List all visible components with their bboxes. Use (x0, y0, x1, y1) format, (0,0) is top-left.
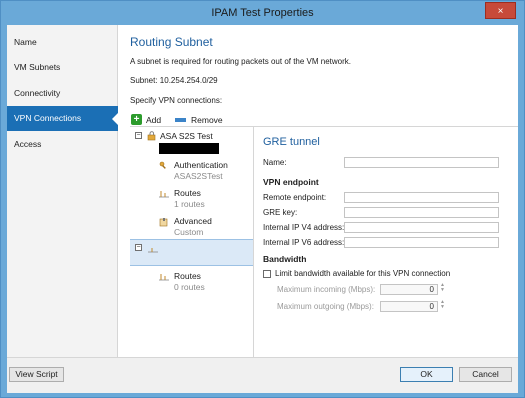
limit-bandwidth-checkbox[interactable] (263, 270, 271, 278)
add-label: Add (146, 115, 162, 125)
routing-description: A subnet is required for routing packets… (130, 57, 352, 66)
routes-label: Routes (174, 188, 201, 198)
cancel-button[interactable]: Cancel (459, 367, 512, 382)
ipv4-label: Internal IP V4 address: (263, 223, 345, 232)
routes-icon-2 (159, 272, 169, 283)
add-icon: + (131, 114, 142, 125)
subnet-text: Subnet: 10.254.254.0/29 (130, 76, 218, 85)
details-pane: GRE tunnel Name: VPN endpoint Remote end… (254, 127, 518, 357)
vpn-split-panel: − ASA S2S Test Authentication ASAS2STest (130, 126, 518, 357)
dialog-client: Name VM Subnets Connectivity VPN Connect… (7, 25, 518, 393)
redacted-block (159, 143, 219, 154)
lock-icon (147, 131, 157, 143)
outgoing-input[interactable]: 0 (380, 301, 438, 312)
nav-item-access[interactable]: Access (7, 132, 118, 157)
title-bar[interactable]: IPAM Test Properties × (1, 1, 524, 25)
remove-button[interactable]: Remove (175, 114, 230, 126)
ok-button[interactable]: OK (400, 367, 453, 382)
routes2-label: Routes (174, 271, 201, 281)
gre-key-input[interactable] (344, 207, 499, 218)
tree-gre-row-selected[interactable]: − (130, 239, 253, 266)
close-button[interactable]: × (485, 2, 516, 19)
page-title: Routing Subnet (130, 35, 213, 49)
close-icon: × (497, 6, 504, 17)
remove-label: Remove (191, 115, 223, 125)
nav-item-vm-subnets[interactable]: VM Subnets (7, 55, 118, 80)
advanced-icon (159, 217, 169, 229)
button-bar: View Script OK Cancel (7, 357, 518, 393)
ipv6-input[interactable] (344, 237, 499, 248)
name-input[interactable] (344, 157, 499, 168)
connection-name: ASA S2S Test (160, 131, 213, 141)
tunnel-icon (148, 245, 158, 255)
ipv4-input[interactable] (344, 222, 499, 233)
window-title: IPAM Test Properties (211, 7, 314, 19)
incoming-label: Maximum incoming (Mbps): (277, 285, 376, 294)
collapse-icon-2[interactable]: − (135, 244, 142, 251)
key-icon (159, 161, 168, 172)
outgoing-spinner-icon[interactable]: ▲ ▼ (440, 300, 445, 310)
view-script-button[interactable]: View Script (9, 367, 64, 382)
limit-bandwidth-label: Limit bandwidth available for this VPN c… (275, 269, 451, 278)
incoming-spinner-icon[interactable]: ▲ ▼ (440, 283, 445, 293)
gre-key-label: GRE key: (263, 208, 298, 217)
authentication-value: ASAS2STest (174, 171, 223, 181)
vpn-tree: − ASA S2S Test Authentication ASAS2STest (130, 127, 254, 357)
advanced-value: Custom (174, 227, 204, 237)
name-label: Name: (263, 158, 287, 167)
routes-value: 1 routes (174, 199, 205, 209)
ipv6-label: Internal IP V6 address: (263, 238, 345, 247)
incoming-input[interactable]: 0 (380, 284, 438, 295)
nav-item-connectivity[interactable]: Connectivity (7, 81, 118, 106)
authentication-label: Authentication (174, 160, 228, 170)
collapse-icon[interactable]: − (135, 132, 142, 139)
details-title: GRE tunnel (263, 136, 320, 148)
main-content: Routing Subnet A subnet is required for … (118, 25, 518, 357)
remote-endpoint-input[interactable] (344, 192, 499, 203)
remove-icon (175, 118, 186, 122)
bandwidth-header: Bandwidth (263, 254, 307, 264)
left-nav: Name VM Subnets Connectivity VPN Connect… (7, 25, 119, 357)
nav-item-name[interactable]: Name (7, 30, 118, 55)
advanced-label: Advanced (174, 216, 212, 226)
outgoing-label: Maximum outgoing (Mbps): (277, 302, 374, 311)
add-button[interactable]: + Add (131, 114, 171, 126)
nav-item-vpn-connections[interactable]: VPN Connections (7, 106, 119, 131)
properties-window: IPAM Test Properties × Name VM Subnets C… (0, 0, 525, 398)
specify-label: Specify VPN connections: (130, 96, 223, 105)
remote-endpoint-label: Remote endpoint: (263, 193, 327, 202)
routes-icon (159, 189, 169, 200)
routes2-value: 0 routes (174, 282, 205, 292)
vpn-endpoint-header: VPN endpoint (263, 177, 319, 187)
